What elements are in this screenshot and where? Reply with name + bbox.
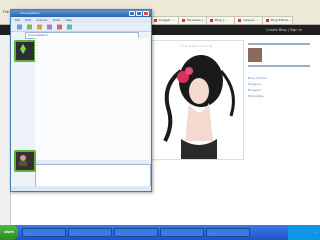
sidebar-link[interactable]: ... [248,70,310,74]
tab-favicon-icon [238,18,241,22]
msn-menu-file[interactable]: File [15,18,20,22]
artwork-caption: LIFE GOES AGAIN [179,44,213,48]
taskbar-item[interactable]: ... [68,228,112,237]
msn-menu-actions[interactable]: Actions [36,18,47,22]
post-highlight: ... [153,158,157,162]
system-tray-clock[interactable]: ... [288,225,320,240]
contact-avatar[interactable] [14,40,36,62]
navbar-links[interactable]: Create Blog | Sign In [266,28,302,32]
messenger-titlebar[interactable]: Conversation [11,10,151,17]
msn-menu-help[interactable]: Help [65,18,72,22]
browser-tab[interactable]: maysun ... [234,16,265,24]
messenger-window[interactable]: Conversation File Edit Actions Tools Hel… [10,9,152,192]
messenger-title: Conversation [20,11,40,15]
taskbar-item[interactable]: ... [22,228,66,237]
conversation-history[interactable]: ... ... ... ... ... ... ... ... [35,38,149,164]
maximize-button[interactable] [136,11,142,16]
toolbar-icons [17,24,72,30]
tab-favicon-icon [210,18,213,22]
msn-menu-edit[interactable]: Edit [25,18,31,22]
sidebar-divider [248,43,310,45]
artwork-illustration-icon [163,55,235,159]
send-files-icon[interactable] [27,24,32,30]
messenger-status-bar: ... [11,186,151,191]
sidebar-divider [248,65,310,67]
message-compose-input[interactable] [35,164,151,188]
invite-icon[interactable] [17,24,22,30]
browser-tab[interactable]: Blog Extras ... [262,16,293,24]
messenger-toolbar [11,23,151,32]
minimize-button[interactable] [129,11,135,16]
video-icon[interactable] [37,24,42,30]
blog-sidebar: ... Blog Archive Designer Blogspot Templ… [248,40,310,225]
my-avatar-icon [19,155,27,166]
games-icon[interactable] [67,24,72,30]
profile-photo[interactable] [248,48,262,62]
taskbar-item[interactable]: ... [160,228,204,237]
contact-avatar-icon [20,44,26,54]
menu-file[interactable]: File [3,10,9,14]
my-avatar[interactable] [14,150,36,172]
taskbar-item[interactable]: ... [114,228,158,237]
browser-tab[interactable]: Blog | ... [206,16,237,24]
sidebar-link[interactable]: Templates [248,94,310,98]
browser-tab[interactable]: Facebook | ... [178,16,209,24]
tab-favicon-icon [266,18,269,22]
msn-menu-tools[interactable]: Tools [53,18,60,22]
sidebar-link[interactable]: Designer [248,82,310,86]
voice-icon[interactable] [47,24,52,30]
blog-post-body: ... ... [150,158,242,218]
browser-tab[interactable]: blogger: ... [150,16,181,24]
message-line: ... [35,60,38,64]
activities-icon[interactable] [57,24,62,30]
sidebar-link[interactable]: Blogspot [248,88,310,92]
blog-header-artwork [150,40,244,160]
sidebar-link[interactable]: Blog Archive [248,76,310,80]
tab-favicon-icon [154,18,157,22]
close-button[interactable] [143,11,149,16]
start-button[interactable]: start [0,225,18,240]
taskbar-item[interactable]: ... [206,228,250,237]
tab-favicon-icon [182,18,185,22]
